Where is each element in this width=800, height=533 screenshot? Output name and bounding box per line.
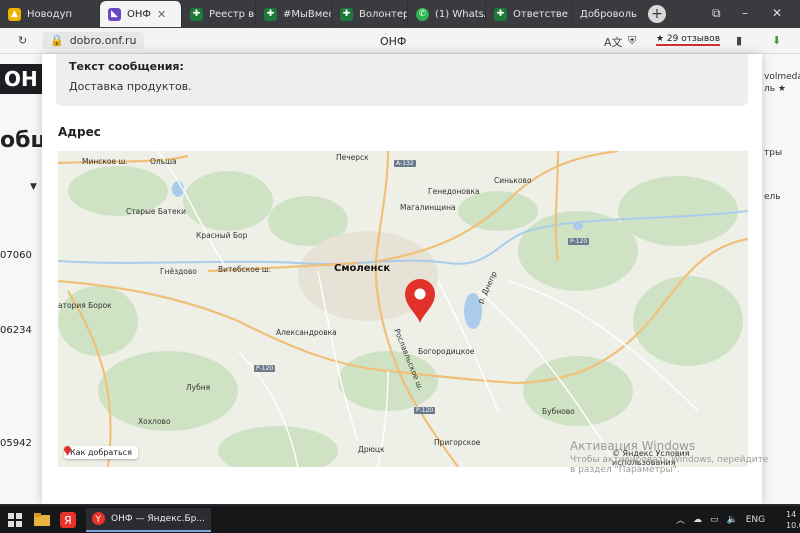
address-bar: ↻ 🔒 dobro.onf.ru ОНФ A文 ⛨ ★ 29 отзывов ▮… [0,28,800,54]
tab-dobrovol[interactable]: Доброволь [572,1,642,27]
road-badge: Р-120 [414,407,436,414]
bookmark-icon[interactable]: ▮ [736,34,742,47]
tab-volunteer[interactable]: ✚ Волонтер [332,1,408,27]
map-label: Лубня [186,383,211,392]
map-label: Ольша [150,157,177,166]
tab-whatsapp[interactable]: ✆ (1) WhatsA [408,1,486,27]
reload-icon[interactable]: ↻ [18,34,27,47]
map-pin-icon[interactable] [403,278,437,324]
address-heading: Адрес [58,125,101,139]
download-icon[interactable]: ⬇ [772,34,781,47]
yandex-icon: Y [92,512,105,525]
lock-icon: 🔒 [50,34,64,47]
tray-expand-icon[interactable]: ︿ [676,513,685,526]
background-right-text: тры [764,148,783,158]
translate-icon[interactable]: A文 [604,34,623,50]
screen: ▲ Новодуп ◣ ОНФ ✕ ✚ Реестр вол ✚ #МыВмес… [0,0,800,533]
whatsapp-icon: ✆ [416,7,429,21]
road-badge: А-132 [394,160,416,167]
map-city-label: Смоленск [334,263,391,274]
background-right-text: ль ★ [764,84,786,94]
map-label: Бубново [542,407,575,416]
map-label: атория Борок [58,301,112,310]
sheets-icon: ✚ [340,7,353,21]
map-label: Синьково [494,176,532,185]
background-right-text: volmeda [764,72,800,82]
message-box: Текст сообщения: Доставка продуктов. [56,54,748,106]
site-logo: ОН [0,64,42,94]
sheets-icon: ✚ [190,7,203,21]
network-icon[interactable]: ▭ [710,515,719,525]
taskbar: Я Y ОНФ — Яндекс.Бр... ︿ ☁ ▭ 🔈 ENG 14 10… [0,506,800,533]
map-label: Богородицкое [418,347,475,356]
route-button[interactable]: Как добраться [64,446,138,459]
map[interactable]: Минское ш. Ольша Печерск А-132 Генедонов… [58,151,748,467]
file-explorer-icon[interactable] [32,509,52,531]
cloud-icon[interactable]: ☁ [693,515,702,525]
location-pin-icon [64,446,71,456]
reviews-badge[interactable]: ★ 29 отзывов [656,34,720,46]
message-text: Доставка продуктов. [69,80,192,93]
close-window-icon[interactable]: ✕ [772,6,782,20]
request-number: 05942 [0,438,32,449]
request-number: 06234 [0,325,32,336]
message-label: Текст сообщения: [69,60,184,73]
language-indicator[interactable]: ENG [746,515,765,525]
close-tab-icon[interactable]: ✕ [157,8,166,21]
map-label: Магалинщина [400,203,456,212]
request-details-modal: Текст сообщения: Доставка продуктов. Адр… [42,54,762,504]
tab-bar: ▲ Новодуп ◣ ОНФ ✕ ✚ Реестр вол ✚ #МыВмес… [0,0,800,28]
map-label: Александровка [276,328,337,337]
map-label: Витебское ш. [218,265,272,274]
map-label: Гнёздово [160,267,197,276]
page-title: ОНФ [380,35,407,48]
svg-text:Y: Y [95,515,102,525]
clock[interactable]: 14 10.0 [786,509,800,531]
background-right-text: ель [764,192,781,202]
tab-reestr[interactable]: ✚ Реестр вол [182,1,256,27]
tabs-list-icon[interactable]: ⧉ [712,6,721,21]
sheets-icon: ✚ [264,7,277,21]
chevron-down-icon[interactable]: ▼ [30,182,37,192]
minimize-icon[interactable]: – [742,6,748,20]
new-tab-button[interactable]: + [648,5,666,23]
tab-novodup[interactable]: ▲ Новодуп [0,1,100,27]
page: ОН обш ▼ 07060 06234 05942 volmeda ль ★ … [0,54,800,504]
map-label: Пригорское [434,438,481,447]
map-label: Красный Бор [196,231,248,240]
map-label: Хохлово [138,417,171,426]
volume-icon[interactable]: 🔈 [727,515,738,525]
start-icon[interactable] [4,509,26,531]
map-label: Дрюцк [358,445,385,454]
tab-otvetstve[interactable]: ✚ Ответстве [486,1,572,27]
protect-icon[interactable]: ⛨ [628,34,636,48]
url-field[interactable]: 🔒 dobro.onf.ru [42,32,145,49]
map-label: Минское ш. [82,157,128,166]
road-badge: Р-120 [568,238,590,245]
request-number: 07060 [0,250,32,261]
sheets-icon: ✚ [494,7,507,21]
map-label: Генедоновка [428,187,480,196]
svg-text:Я: Я [64,514,72,527]
yandex-direct-icon: ▲ [8,7,21,21]
onf-icon: ◣ [108,7,121,21]
background-right [762,54,800,504]
system-tray: ︿ ☁ ▭ 🔈 ENG [676,513,765,527]
windows-activation-watermark: Активация Windows Чтобы активировать Win… [570,439,769,475]
yandex-browser-icon[interactable]: Я [58,509,78,531]
tab-myvmeste[interactable]: ✚ #МыВмест [256,1,332,27]
taskbar-browser-window[interactable]: Y ОНФ — Яндекс.Бр... [86,507,211,532]
map-label: Печерск [336,153,369,162]
road-badge: Р-120 [254,365,276,372]
background-left: ОН обш ▼ 07060 06234 05942 [0,54,54,504]
map-label: Старые Батеки [126,207,187,216]
tab-onf[interactable]: ◣ ОНФ ✕ [100,1,182,27]
